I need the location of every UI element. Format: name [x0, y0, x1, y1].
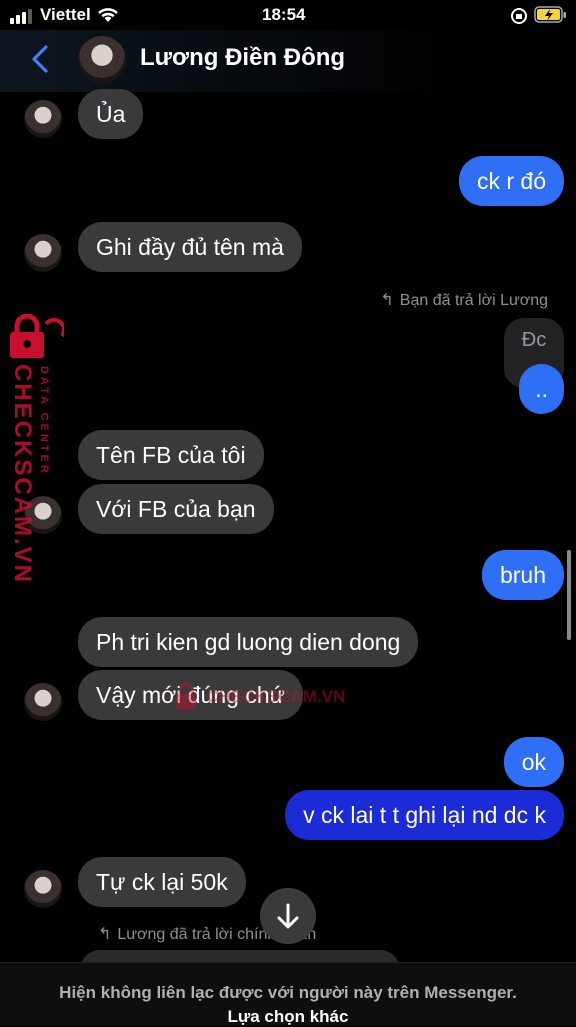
watermark-inline: CHECKSCAM.VN	[172, 682, 345, 712]
incoming-message[interactable]: Ghi đầy đủ tên mà	[78, 222, 302, 272]
incoming-message[interactable]: Ủa	[78, 89, 144, 139]
clock: 18:54	[262, 5, 306, 24]
reply-note-label: Bạn đã trả lời Lương	[399, 292, 548, 309]
contact-avatar-small	[24, 100, 62, 138]
lock-icon	[10, 314, 64, 358]
footer-notice: Hiện không liên lạc được với người này t…	[0, 962, 576, 1027]
arrow-down-icon	[277, 903, 299, 929]
scrollbar-thumb[interactable]	[567, 550, 571, 640]
lock-icon	[176, 682, 196, 710]
reply-arrow-icon: ↰	[380, 292, 394, 309]
contact-avatar-small	[24, 870, 62, 908]
contact-avatar[interactable]	[78, 36, 126, 84]
outgoing-message[interactable]: v ck lai t t ghi lại nd dc k	[285, 790, 564, 840]
rotation-lock-icon	[511, 8, 527, 24]
outgoing-message[interactable]: ok	[503, 737, 564, 787]
contact-avatar-small	[24, 234, 62, 272]
message-thread[interactable]: Ủa ck r đó Ghi đầy đủ tên mà ↰ Bạn đã trả…	[0, 89, 576, 970]
incoming-message[interactable]: Ph tri kien gd luong dien dong	[78, 617, 419, 667]
contact-name[interactable]: Lương Điền Đông	[140, 44, 345, 72]
other-options-link[interactable]: Lựa chọn khác	[0, 1007, 576, 1027]
scroll-to-bottom-button[interactable]	[260, 888, 316, 944]
outgoing-message[interactable]: ..	[519, 364, 564, 414]
reply-indicator: ↰ Bạn đã trả lời Lương	[380, 290, 548, 310]
signal-icon	[10, 6, 34, 24]
outgoing-message[interactable]: ck r đó	[458, 156, 564, 206]
watermark-subtitle: DATA CENTER	[38, 366, 50, 476]
back-arrow-icon[interactable]	[30, 44, 50, 74]
unavailable-notice: Hiện không liên lạc được với người này t…	[59, 983, 517, 1002]
status-bar: Viettel 18:54	[0, 0, 576, 30]
incoming-message[interactable]: Với FB của bạn	[78, 484, 274, 534]
reply-arrow-icon: ↰	[98, 926, 112, 943]
conversation-header: Lương Điền Đông	[0, 30, 576, 92]
contact-avatar-small	[24, 683, 62, 721]
incoming-message[interactable]: Tự ck lại 50k	[78, 857, 246, 907]
incoming-message[interactable]: Tên FB của tôi	[78, 430, 264, 480]
battery-icon	[534, 6, 566, 23]
outgoing-message[interactable]: bruh	[481, 550, 564, 600]
watermark-brand: CHECKSCAM.VN	[9, 364, 36, 585]
wifi-icon	[98, 8, 118, 22]
carrier-label: Viettel	[40, 5, 91, 24]
watermark-logo: DATA CENTER CHECKSCAM.VN	[4, 314, 64, 584]
watermark-inline-text: CHECKSCAM.VN	[206, 687, 346, 706]
